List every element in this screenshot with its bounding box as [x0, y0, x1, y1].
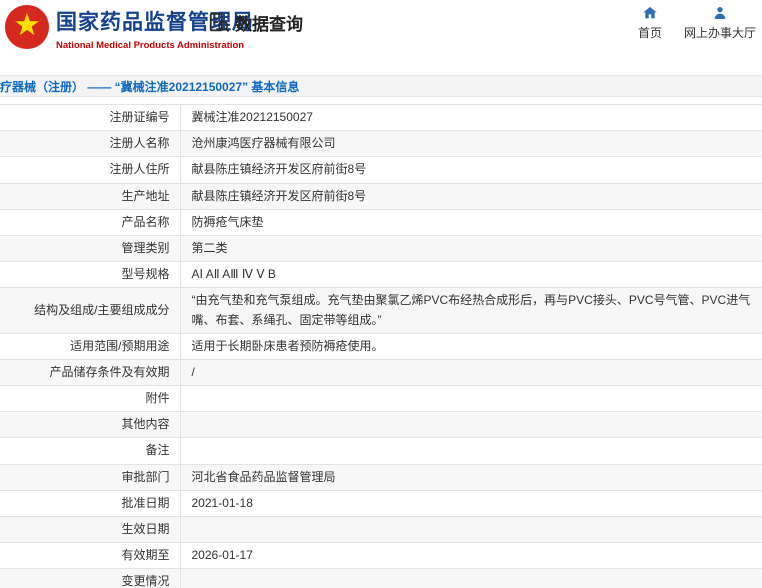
table-row: 注册人名称 沧州康鸿医疗器械有限公司 — [0, 131, 762, 157]
document-search-icon — [208, 12, 230, 34]
row-value: 第二类 — [180, 235, 762, 261]
row-value: 献县陈庄镇经济开发区府前街8号 — [180, 157, 762, 183]
row-value: 2026-01-17 — [180, 543, 762, 569]
row-value: / — [180, 359, 762, 385]
row-label: 注册人名称 — [0, 131, 180, 157]
table-row: 管理类别 第二类 — [0, 235, 762, 261]
row-value: 2021-01-18 — [180, 490, 762, 516]
table-row: 型号规格 AⅠ AⅡ AⅢ Ⅳ Ⅴ B — [0, 262, 762, 288]
row-label: 注册人住所 — [0, 157, 180, 183]
row-label: 产品储存条件及有效期 — [0, 359, 180, 385]
row-label: 型号规格 — [0, 262, 180, 288]
table-row: 产品储存条件及有效期 / — [0, 359, 762, 385]
row-value — [180, 438, 762, 464]
section-title: 数据查询 — [235, 10, 303, 35]
table-row: 变更情况 — [0, 569, 762, 588]
info-table-body: 注册证编号 冀械注准20212150027 注册人名称 沧州康鸿医疗器械有限公司… — [0, 105, 762, 588]
table-row: 注册证编号 冀械注准20212150027 — [0, 105, 762, 131]
row-label: 批准日期 — [0, 490, 180, 516]
data-query-tab[interactable]: 数据查询 — [208, 10, 303, 35]
row-value: 沧州康鸿医疗器械有限公司 — [180, 131, 762, 157]
row-value — [180, 517, 762, 543]
row-label: 产品名称 — [0, 209, 180, 235]
row-label: 结构及组成/主要组成成分 — [0, 288, 180, 333]
nav-home[interactable]: 首页 — [638, 5, 662, 41]
row-label: 管理类别 — [0, 235, 180, 261]
table-row: 适用范围/预期用途 适用于长期卧床患者预防褥疮使用。 — [0, 333, 762, 359]
breadcrumb-text: 疗器械（注册） —— “冀械注准20212150027” 基本信息 — [0, 78, 299, 95]
row-label: 适用范围/预期用途 — [0, 333, 180, 359]
registration-info-table: 注册证编号 冀械注准20212150027 注册人名称 沧州康鸿医疗器械有限公司… — [0, 104, 762, 588]
site-header: 国家药品监督管理局 National Medical Products Admi… — [0, 0, 762, 62]
table-row: 生产地址 献县陈庄镇经济开发区府前街8号 — [0, 183, 762, 209]
row-value — [180, 569, 762, 588]
table-row: 备注 — [0, 438, 762, 464]
top-nav: 首页 网上办事大厅 — [638, 5, 756, 41]
row-value: 冀械注准20212150027 — [180, 105, 762, 131]
row-label: 备注 — [0, 438, 180, 464]
row-value: 河北省食品药品监督管理局 — [180, 464, 762, 490]
row-label: 其他内容 — [0, 412, 180, 438]
row-label: 审批部门 — [0, 464, 180, 490]
nav-service-hall[interactable]: 网上办事大厅 — [684, 5, 756, 41]
table-row: 审批部门 河北省食品药品监督管理局 — [0, 464, 762, 490]
row-value: “由充气垫和充气泵组成。充气垫由聚氯乙烯PVC布经热合成形后，再与PVC接头、P… — [180, 288, 762, 333]
table-row: 有效期至 2026-01-17 — [0, 543, 762, 569]
table-row: 注册人住所 献县陈庄镇经济开发区府前街8号 — [0, 157, 762, 183]
row-value — [180, 386, 762, 412]
person-icon — [712, 5, 728, 21]
row-value: 防褥疮气床垫 — [180, 209, 762, 235]
org-name-en: National Medical Products Administration — [56, 40, 254, 51]
row-label: 生效日期 — [0, 517, 180, 543]
nav-home-label: 首页 — [638, 24, 662, 41]
table-row: 附件 — [0, 386, 762, 412]
table-row: 批准日期 2021-01-18 — [0, 490, 762, 516]
row-label: 变更情况 — [0, 569, 180, 588]
nav-service-hall-label: 网上办事大厅 — [684, 24, 756, 41]
row-label: 注册证编号 — [0, 105, 180, 131]
row-value: 献县陈庄镇经济开发区府前街8号 — [180, 183, 762, 209]
table-row: 产品名称 防褥疮气床垫 — [0, 209, 762, 235]
page: 国家药品监督管理局 National Medical Products Admi… — [0, 0, 762, 588]
row-label: 生产地址 — [0, 183, 180, 209]
row-label: 有效期至 — [0, 543, 180, 569]
table-row: 生效日期 — [0, 517, 762, 543]
table-row: 结构及组成/主要组成成分 “由充气垫和充气泵组成。充气垫由聚氯乙烯PVC布经热合… — [0, 288, 762, 333]
row-label: 附件 — [0, 386, 180, 412]
breadcrumb: 疗器械（注册） —— “冀械注准20212150027” 基本信息 — [0, 75, 762, 97]
national-emblem-logo — [4, 4, 50, 50]
row-value: AⅠ AⅡ AⅢ Ⅳ Ⅴ B — [180, 262, 762, 288]
row-value — [180, 412, 762, 438]
home-icon — [642, 5, 658, 21]
row-value: 适用于长期卧床患者预防褥疮使用。 — [180, 333, 762, 359]
table-row: 其他内容 — [0, 412, 762, 438]
